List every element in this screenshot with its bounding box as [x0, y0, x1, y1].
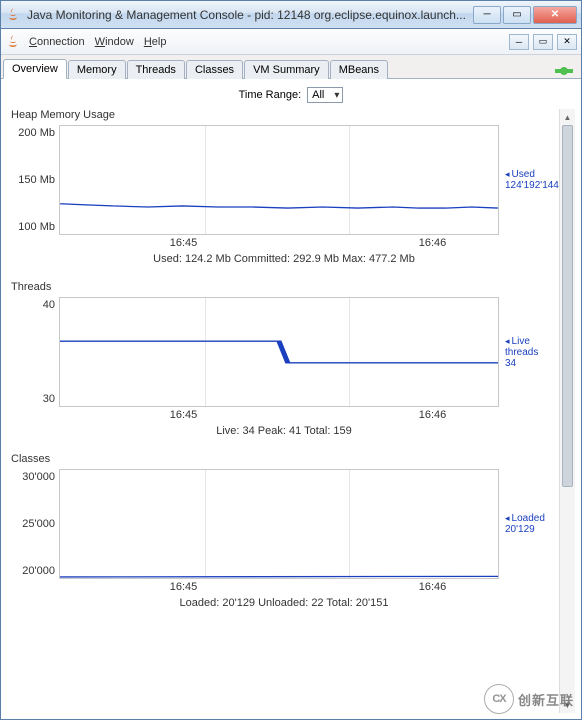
- mdi-close-button[interactable]: ✕: [557, 34, 577, 50]
- titlebar: Java Monitoring & Management Console - p…: [1, 1, 581, 29]
- menu-connection[interactable]: Connection: [29, 36, 85, 48]
- heap-legend: ◂Used 124'192'144: [499, 125, 557, 235]
- menu-window[interactable]: Window: [95, 36, 134, 48]
- classes-legend: ◂Loaded 20'129: [499, 469, 557, 579]
- scroll-thumb[interactable]: [562, 125, 573, 487]
- threads-legend: ◂Live threads 34: [499, 297, 557, 407]
- minimize-button[interactable]: ─: [473, 6, 501, 24]
- mdi-restore-button[interactable]: ▭: [533, 34, 553, 50]
- threads-chart[interactable]: [59, 297, 499, 407]
- menubar: Connection Window Help ─ ▭ ✕: [1, 29, 581, 55]
- tab-classes[interactable]: Classes: [186, 60, 243, 79]
- content-area: Time Range: All Heap Memory Usage 200 Mb…: [1, 79, 581, 719]
- tab-mbeans[interactable]: MBeans: [330, 60, 388, 79]
- mdi-controls: ─ ▭ ✕: [509, 34, 577, 50]
- classes-panel: Classes 30'000 25'000 20'000: [11, 453, 557, 615]
- heap-panel: Heap Memory Usage 200 Mb 150 Mb 100 Mb: [11, 109, 557, 271]
- java-icon: [5, 34, 21, 50]
- maximize-button[interactable]: ▭: [503, 6, 531, 24]
- window-title: Java Monitoring & Management Console - p…: [27, 8, 473, 22]
- classes-title: Classes: [11, 453, 557, 465]
- heap-summary: Used: 124.2 Mb Committed: 292.9 Mb Max: …: [11, 249, 557, 271]
- timerange-label: Time Range:: [239, 89, 302, 101]
- close-button[interactable]: ✕: [533, 6, 577, 24]
- java-icon: [5, 7, 21, 23]
- tab-threads[interactable]: Threads: [127, 60, 185, 79]
- watermark-text: 创新互联: [518, 690, 574, 709]
- classes-y-axis: 30'000 25'000 20'000: [11, 469, 59, 579]
- menu-help[interactable]: Help: [144, 36, 167, 48]
- classes-summary: Loaded: 20'129 Unloaded: 22 Total: 20'15…: [11, 593, 557, 615]
- classes-chart[interactable]: [59, 469, 499, 579]
- timerange-row: Time Range: All: [7, 85, 575, 109]
- heap-x-axis: 16:45 16:46: [11, 235, 557, 249]
- threads-title: Threads: [11, 281, 557, 293]
- window-controls: ─ ▭ ✕: [473, 6, 577, 24]
- threads-y-axis: 40 30: [11, 297, 59, 407]
- tab-vmsummary[interactable]: VM Summary: [244, 60, 329, 79]
- watermark-logo-icon: CX: [484, 684, 514, 714]
- scroll-up-icon[interactable]: ▲: [560, 109, 575, 125]
- threads-panel: Threads 40 30 ◂Live: [11, 281, 557, 443]
- heap-y-axis: 200 Mb 150 Mb 100 Mb: [11, 125, 59, 235]
- scroll-area: Heap Memory Usage 200 Mb 150 Mb 100 Mb: [7, 109, 575, 713]
- heap-chart[interactable]: [59, 125, 499, 235]
- vertical-scrollbar[interactable]: ▲ ▼: [559, 109, 575, 713]
- tabbar: Overview Memory Threads Classes VM Summa…: [1, 55, 581, 79]
- heap-title: Heap Memory Usage: [11, 109, 557, 121]
- timerange-select[interactable]: All: [307, 87, 343, 103]
- connection-status-icon: [555, 64, 573, 78]
- classes-x-axis: 16:45 16:46: [11, 579, 557, 593]
- jconsole-window: Java Monitoring & Management Console - p…: [0, 0, 582, 720]
- mdi-minimize-button[interactable]: ─: [509, 34, 529, 50]
- tab-memory[interactable]: Memory: [68, 60, 126, 79]
- watermark: CX 创新互联: [484, 684, 574, 714]
- threads-summary: Live: 34 Peak: 41 Total: 159: [11, 421, 557, 443]
- threads-x-axis: 16:45 16:46: [11, 407, 557, 421]
- tab-overview[interactable]: Overview: [3, 59, 67, 79]
